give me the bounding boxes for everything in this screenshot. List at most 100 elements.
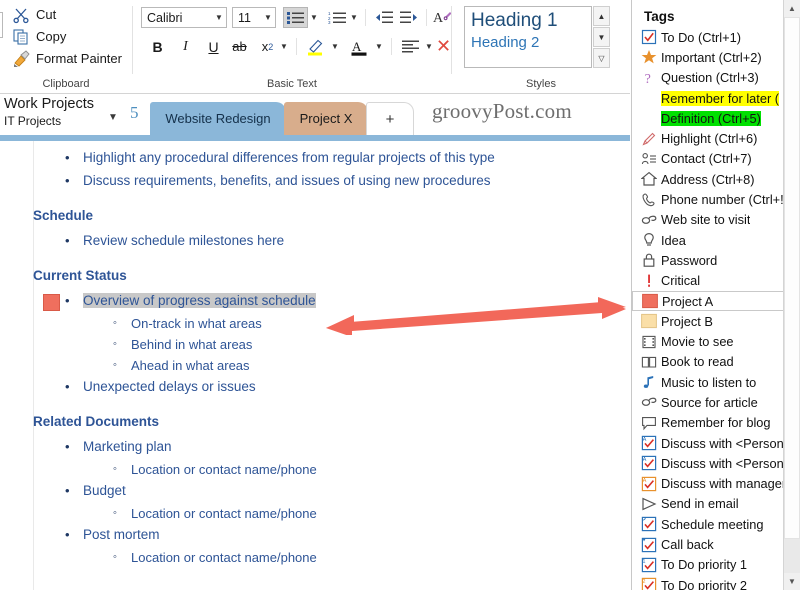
tag-item[interactable]: A Discuss with <Person [632,433,784,453]
tag-item[interactable]: Book to read [632,352,784,372]
tag-item[interactable]: Schedule meeting [632,514,784,534]
page-list-item[interactable]: Behind in what areas [131,337,252,352]
page-list-item[interactable]: Location or contact name/phone [131,550,317,565]
page-list-item[interactable]: Marketing plan [83,439,172,454]
tag-label: Music to listen to [661,374,757,390]
tag-item[interactable]: A Discuss with <Person [632,453,784,473]
page-list-item[interactable]: Post mortem [83,527,160,542]
tag-item[interactable]: ? Question (Ctrl+3) [632,68,784,88]
subscript-button[interactable]: x2 [257,36,278,57]
tag-item[interactable]: Highlight (Ctrl+6) [632,128,784,148]
numbering-button[interactable]: 1 2 3 [325,7,348,28]
book-icon [637,354,661,370]
styles-scrollbar[interactable]: ▲ ▼ ▽ [593,6,610,68]
page-list-item[interactable]: Ahead in what areas [131,358,250,373]
tag-item[interactable]: Definition (Ctrl+5) [632,108,784,128]
lock-icon [643,254,655,268]
tag-item[interactable]: Password [632,250,784,270]
clear-formatting-button[interactable]: A [431,6,453,27]
subscript-chevron-down-icon[interactable]: ▼ [278,36,290,57]
page-list-item[interactable]: Overview of progress against schedule [83,293,316,308]
page-list-item[interactable]: Highlight any procedural differences fro… [83,150,495,165]
page-list-item[interactable]: On-track in what areas [131,316,262,331]
tab-project-x[interactable]: Project X [284,102,368,135]
tag-item[interactable]: Idea [632,230,784,250]
chevron-down-icon[interactable]: ▼ [212,13,226,22]
styles-scroll-up-icon[interactable]: ▲ [593,6,610,26]
tag-label: Highlight (Ctrl+6) [661,131,758,147]
font-color-chevron-down-icon[interactable]: ▼ [373,36,385,57]
text-highlight-button[interactable] [303,36,327,57]
copy-button[interactable]: Copy [12,26,66,47]
numbering-chevron-down-icon[interactable]: ▼ [348,7,360,28]
bullets-chevron-down-icon[interactable]: ▼ [308,7,320,28]
page-list-item[interactable]: Location or contact name/phone [131,462,317,477]
tab-website-redesign[interactable]: Website Redesign [150,102,286,135]
page-list-item[interactable]: Discuss requirements, benefits, and issu… [83,173,490,188]
bold-button[interactable]: B [147,36,168,57]
page-canvas[interactable]: • Highlight any procedural differences fr… [0,141,630,590]
scroll-up-icon[interactable]: ▲ [784,0,800,17]
tag-item[interactable]: Web site to visit [632,210,784,230]
svg-text:?: ? [645,72,651,86]
styles-scroll-down-icon[interactable]: ▼ [593,27,610,47]
scroll-down-icon[interactable]: ▼ [784,573,800,590]
tag-item[interactable]: 1 To Do priority 1 [632,555,784,575]
paste-button-edge[interactable] [0,12,3,38]
page-list-item[interactable]: Unexpected delays or issues [83,379,256,394]
format-painter-button[interactable]: Format Painter [12,48,122,69]
add-section-button[interactable]: + [366,102,414,135]
tag-item[interactable]: Music to listen to [632,372,784,392]
scrollbar-thumb[interactable] [784,17,800,539]
tag-item[interactable]: Movie to see [632,331,784,351]
tag-item[interactable]: Contact (Ctrl+7) [632,149,784,169]
italic-button[interactable]: I [175,36,196,57]
tags-scrollbar[interactable]: ▲ ▼ [783,0,800,590]
strikethrough-button[interactable]: ab [229,36,250,57]
tag-item[interactable]: Send in email [632,494,784,514]
underline-button[interactable]: U [203,36,224,57]
project-a-tag-marker[interactable] [43,294,60,311]
page-list-item[interactable]: Location or contact name/phone [131,506,317,521]
tag-item[interactable]: Project B [632,311,784,331]
tag-item[interactable]: Critical [632,271,784,291]
scrollbar-track[interactable] [784,539,800,573]
highlight-chevron-down-icon[interactable]: ▼ [329,36,341,57]
tag-label: To Do priority 2 [661,577,748,590]
page-list-item[interactable]: Budget [83,483,126,498]
align-button[interactable] [399,36,421,57]
send-arrow-icon [637,496,661,512]
tag-item[interactable]: Phone number (Ctrl+! [632,189,784,209]
styles-expand-icon[interactable]: ▽ [593,48,610,68]
section-group-name[interactable]: IT Projects [4,114,61,128]
tag-item[interactable]: Remember for blog [632,413,784,433]
increase-indent-button[interactable] [397,7,419,28]
tag-item[interactable]: A Discuss with manager [632,474,784,494]
styles-gallery[interactable]: Heading 1 Heading 2 [464,6,592,68]
page-list-item[interactable]: Review schedule milestones here [83,233,284,248]
style-heading-1[interactable]: Heading 1 [465,7,591,32]
tag-label: To Do priority 1 [661,557,748,573]
font-size-input[interactable]: 11 ▼ [232,7,276,28]
ribbon-group-basic-text: Calibri ▼ 11 ▼ ▼ 1 2 3 ▼ A B I U ab x 2 … [133,0,451,94]
tags-list[interactable]: To Do (Ctrl+1) Important (Ctrl+2)? Questio… [632,27,784,590]
bullet-icon: • [65,293,70,308]
tag-item[interactable]: To Do (Ctrl+1) [632,27,784,47]
style-heading-2[interactable]: Heading 2 [465,32,591,51]
notebook-chevron-down-icon[interactable]: ▼ [108,112,118,123]
tag-item[interactable]: Call back [632,534,784,554]
chevron-down-icon[interactable]: ▼ [261,13,275,22]
cut-button[interactable]: Cut [12,4,56,25]
tag-item[interactable]: Important (Ctrl+2) [632,47,784,67]
tag-item[interactable]: Remember for later ( [632,88,784,108]
checkbox-blue-icon [637,29,661,45]
notebook-name[interactable]: Work Projects [4,96,94,112]
tag-item[interactable]: Address (Ctrl+8) [632,169,784,189]
tag-item[interactable]: 2 To Do priority 2 [632,575,784,590]
decrease-indent-button[interactable] [373,7,395,28]
font-color-button[interactable]: A [347,36,371,57]
font-name-input[interactable]: Calibri ▼ [141,7,227,28]
tag-item[interactable]: Source for article [632,392,784,412]
tag-item[interactable]: Project A [632,290,784,312]
bullets-button[interactable] [283,7,308,28]
